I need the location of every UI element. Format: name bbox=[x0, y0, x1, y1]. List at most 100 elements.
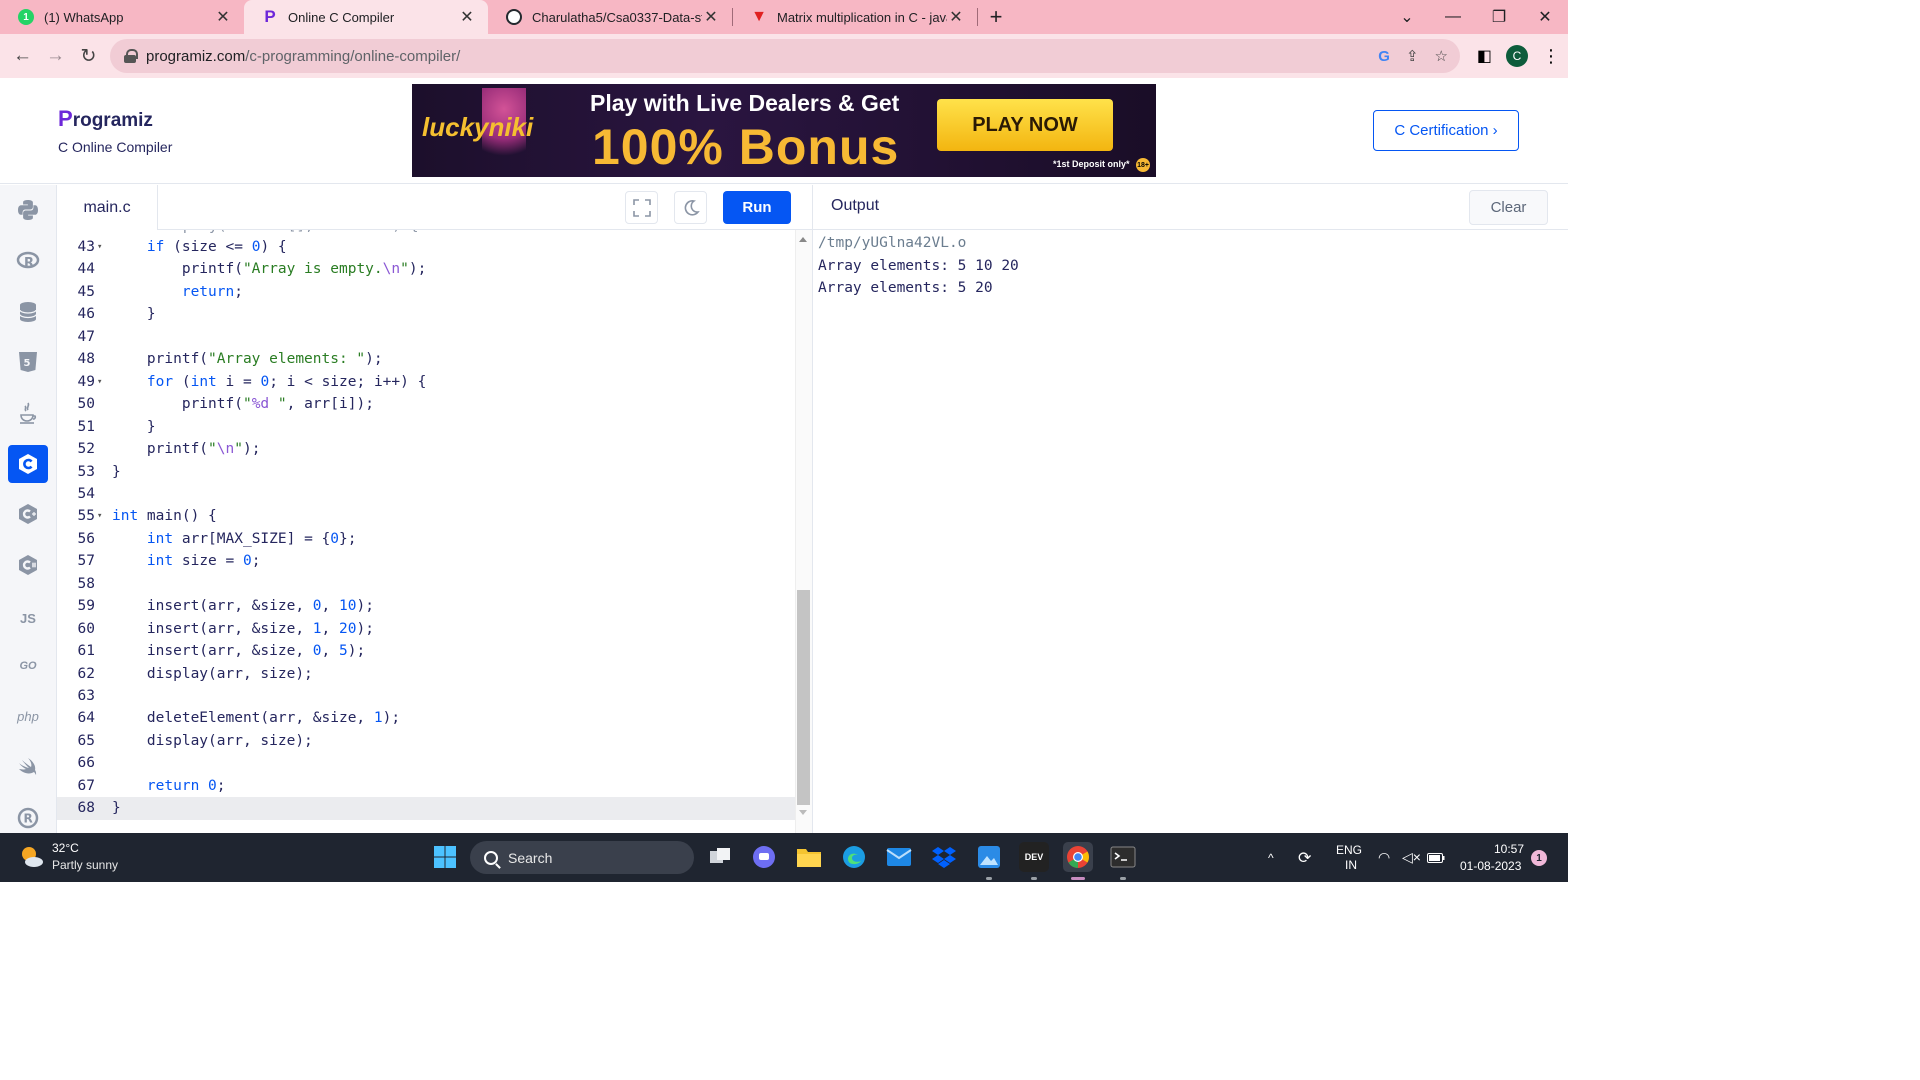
code-line[interactable]: 48 printf("Array elements: "); bbox=[57, 348, 795, 371]
devcpp-icon[interactable]: DEV bbox=[1019, 842, 1049, 872]
clock-time[interactable]: 10:57 bbox=[1494, 842, 1524, 856]
address-bar[interactable]: programiz.com/c-programming/online-compi… bbox=[110, 39, 1460, 73]
minimize-icon[interactable]: — bbox=[1430, 0, 1476, 34]
google-icon[interactable]: G bbox=[1378, 48, 1390, 65]
php-icon[interactable]: php bbox=[8, 697, 48, 735]
close-tab-icon[interactable]: ✕ bbox=[702, 7, 720, 27]
dropbox-icon[interactable] bbox=[929, 842, 959, 872]
editor-scrollbar-thumb[interactable] bbox=[797, 590, 810, 805]
code-line[interactable]: 60 insert(arr, &size, 1, 20); bbox=[57, 618, 795, 641]
fold-toggle-icon[interactable]: ▾ bbox=[97, 236, 107, 259]
csharp-icon[interactable] bbox=[8, 546, 48, 584]
back-icon[interactable]: ← bbox=[6, 45, 39, 67]
sync-icon[interactable]: ⟳ bbox=[1298, 833, 1311, 882]
browser-tab-github[interactable]: Charulatha5/Csa0337-Data-struct ✕ bbox=[488, 0, 732, 34]
r-icon[interactable]: R bbox=[8, 242, 48, 280]
close-tab-icon[interactable]: ✕ bbox=[947, 7, 965, 27]
code-line[interactable]: 55 ▾ int main() { bbox=[57, 505, 795, 528]
close-tab-icon[interactable]: ✕ bbox=[214, 7, 232, 27]
battery-icon[interactable] bbox=[1427, 833, 1445, 882]
task-view-icon[interactable] bbox=[705, 842, 735, 872]
sql-icon[interactable] bbox=[8, 293, 48, 331]
lock-icon[interactable] bbox=[124, 49, 138, 63]
partly-sunny-icon[interactable] bbox=[18, 843, 46, 871]
programiz-logo[interactable]: Programiz bbox=[58, 106, 153, 132]
output-console[interactable]: /tmp/yUGlna42VL.o Array elements: 5 10 2… bbox=[812, 230, 1568, 833]
mail-icon[interactable] bbox=[884, 842, 914, 872]
code-line[interactable]: 67 return 0; bbox=[57, 775, 795, 798]
code-line[interactable]: 56 int arr[MAX_SIZE] = {0}; bbox=[57, 528, 795, 551]
code-line[interactable]: 61 insert(arr, &size, 0, 5); bbox=[57, 640, 795, 663]
clear-button[interactable]: Clear bbox=[1469, 190, 1548, 225]
c-icon[interactable] bbox=[8, 445, 48, 483]
code-line[interactable]: 53} bbox=[57, 461, 795, 484]
code-editor[interactable]: void display(int arr[], int size) { 43▾ … bbox=[57, 230, 795, 833]
go-icon[interactable]: GO bbox=[8, 647, 48, 685]
taskbar-search[interactable]: Search bbox=[470, 841, 694, 874]
code-line[interactable]: 46 } bbox=[57, 303, 795, 326]
ad-play-now-button[interactable]: PLAY NOW bbox=[937, 99, 1113, 151]
input-language[interactable]: ENG IN bbox=[1336, 833, 1362, 882]
wifi-icon[interactable]: ◠ bbox=[1378, 833, 1390, 882]
code-line[interactable]: 45 return; bbox=[57, 281, 795, 304]
weather-description[interactable]: Partly sunny bbox=[52, 858, 118, 872]
code-line[interactable]: 65 display(arr, size); bbox=[57, 730, 795, 753]
side-panel-icon[interactable]: ◧ bbox=[1477, 46, 1492, 66]
code-line[interactable]: 57 int size = 0; bbox=[57, 550, 795, 573]
cpp-icon[interactable] bbox=[8, 495, 48, 533]
terminal-icon[interactable] bbox=[1108, 842, 1138, 872]
volume-muted-icon[interactable]: ◁× bbox=[1402, 833, 1421, 882]
run-button[interactable]: Run bbox=[723, 191, 791, 224]
code-line[interactable]: 54 bbox=[57, 483, 795, 506]
file-tab-main-c[interactable]: main.c bbox=[57, 185, 158, 230]
new-tab-button[interactable]: + bbox=[978, 0, 1014, 34]
tab-search-icon[interactable]: ⌄ bbox=[1384, 0, 1430, 34]
photos-icon[interactable] bbox=[974, 842, 1004, 872]
java-icon[interactable] bbox=[8, 394, 48, 432]
restore-icon[interactable]: ❐ bbox=[1476, 0, 1522, 34]
close-tab-icon[interactable]: ✕ bbox=[458, 7, 476, 27]
code-line[interactable]: 43 ▾ if (size <= 0) { bbox=[57, 236, 795, 259]
swift-icon[interactable] bbox=[8, 749, 48, 787]
file-explorer-icon[interactable] bbox=[794, 842, 824, 872]
rust-icon[interactable]: R bbox=[8, 799, 48, 837]
chrome-icon[interactable] bbox=[1063, 842, 1093, 872]
c-certification-button[interactable]: C Certification › bbox=[1373, 110, 1519, 151]
scroll-down-icon[interactable] bbox=[799, 810, 807, 815]
html-icon[interactable]: 5 bbox=[8, 343, 48, 381]
code-line[interactable]: 50 printf("%d ", arr[i]); bbox=[57, 393, 795, 416]
share-icon[interactable]: ⇪ bbox=[1406, 47, 1419, 65]
weather-temperature[interactable]: 32°C bbox=[52, 841, 79, 855]
menu-icon[interactable]: ⋮ bbox=[1542, 46, 1560, 67]
code-line[interactable]: 62 display(arr, size); bbox=[57, 663, 795, 686]
windows-start-icon[interactable] bbox=[430, 842, 460, 872]
code-line[interactable]: 58 bbox=[57, 573, 795, 596]
code-line[interactable]: 44 printf("Array is empty.\n"); bbox=[57, 258, 795, 281]
code-line[interactable]: 63 bbox=[57, 685, 795, 708]
code-line[interactable]: 47 bbox=[57, 326, 795, 349]
close-window-icon[interactable]: ✕ bbox=[1522, 0, 1568, 34]
code-line[interactable]: 64 deleteElement(arr, &size, 1); bbox=[57, 707, 795, 730]
javascript-icon[interactable]: JS bbox=[8, 599, 48, 637]
browser-tab-online-c-compiler[interactable]: P Online C Compiler ✕ bbox=[244, 0, 488, 34]
code-line[interactable]: 52 printf("\n"); bbox=[57, 438, 795, 461]
browser-tab-javatpoint[interactable]: ▼ Matrix multiplication in C - javatp ✕ bbox=[733, 0, 977, 34]
profile-avatar[interactable]: C bbox=[1506, 45, 1528, 67]
dark-mode-icon[interactable] bbox=[674, 191, 707, 224]
scroll-up-icon[interactable] bbox=[799, 237, 807, 242]
code-line[interactable]: 51 } bbox=[57, 416, 795, 439]
edge-browser-icon[interactable] bbox=[839, 842, 869, 872]
teams-chat-icon[interactable] bbox=[749, 842, 779, 872]
fold-toggle-icon[interactable]: ▾ bbox=[97, 505, 107, 528]
code-line[interactable]: 66 bbox=[57, 752, 795, 775]
bookmark-star-icon[interactable]: ☆ bbox=[1435, 47, 1448, 65]
forward-icon[interactable]: → bbox=[39, 45, 72, 67]
python-icon[interactable] bbox=[8, 191, 48, 229]
show-hidden-icons-icon[interactable]: ^ bbox=[1268, 833, 1274, 882]
fullscreen-icon[interactable] bbox=[625, 191, 658, 224]
reload-icon[interactable]: ↻ bbox=[72, 45, 105, 68]
clock-date[interactable]: 01-08-2023 bbox=[1460, 859, 1521, 873]
code-line[interactable]: 68} bbox=[57, 797, 795, 820]
code-line[interactable]: 59 insert(arr, &size, 0, 10); bbox=[57, 595, 795, 618]
browser-tab-whatsapp[interactable]: 1 (1) WhatsApp ✕ bbox=[0, 0, 244, 34]
